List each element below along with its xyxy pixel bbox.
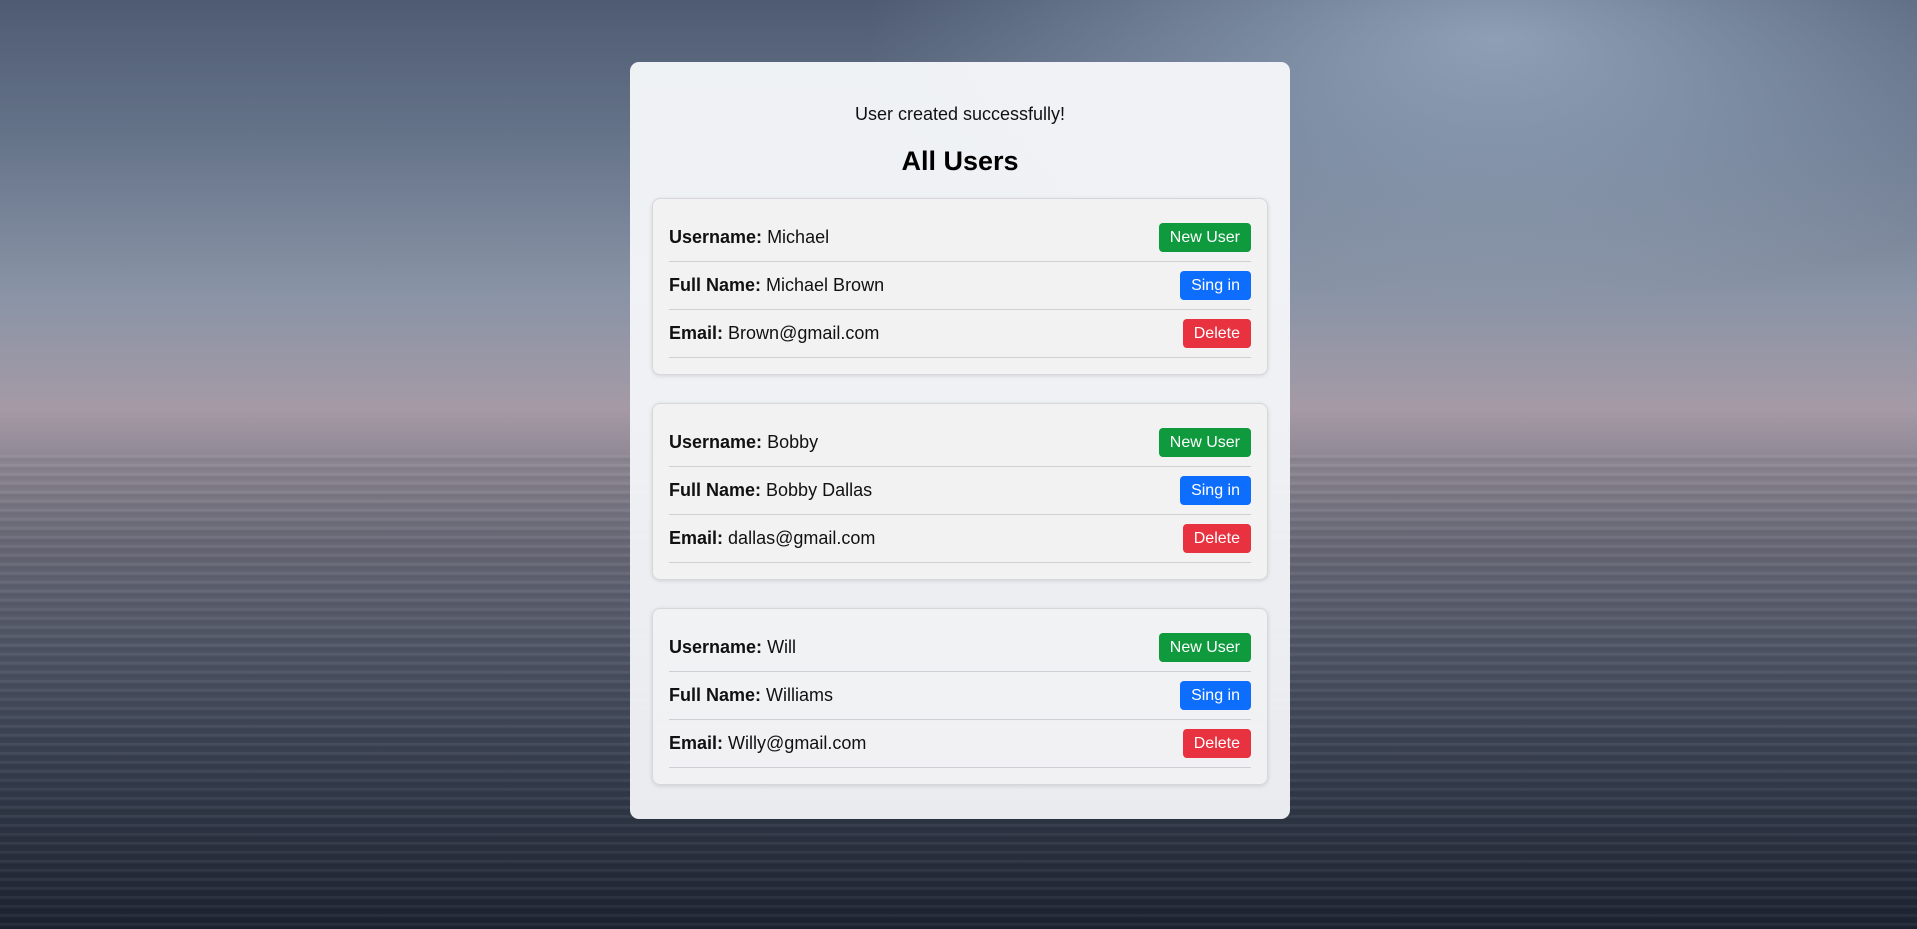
full-name-row: Full Name: Bobby Dallas Sing in xyxy=(669,467,1251,515)
username-value: Bobby xyxy=(767,432,819,452)
full-name-label: Full Name: xyxy=(669,480,762,500)
email-row: Email: dallas@gmail.com Delete xyxy=(669,515,1251,563)
full-name-label: Full Name: xyxy=(669,275,762,295)
username-row: Username: Michael New User xyxy=(669,214,1251,262)
email-label: Email: xyxy=(669,323,724,343)
new-user-button[interactable]: New User xyxy=(1158,428,1251,457)
full-name-label: Full Name: xyxy=(669,685,762,705)
username-label: Username: xyxy=(669,432,763,452)
user-list: Username: Michael New User Full Name: Mi… xyxy=(652,198,1268,785)
user-card: Username: Michael New User Full Name: Mi… xyxy=(652,198,1268,375)
new-user-button[interactable]: New User xyxy=(1158,223,1251,252)
full-name-row: Full Name: Williams Sing in xyxy=(669,672,1251,720)
user-card: Username: Will New User Full Name: Willi… xyxy=(652,608,1268,785)
full-name-value: Williams xyxy=(766,685,834,705)
username-label: Username: xyxy=(669,227,763,247)
username-row: Username: Bobby New User xyxy=(669,419,1251,467)
email-value: dallas@gmail.com xyxy=(728,528,876,548)
full-name-value: Bobby Dallas xyxy=(766,480,873,500)
delete-button[interactable]: Delete xyxy=(1182,729,1251,758)
email-row: Email: Willy@gmail.com Delete xyxy=(669,720,1251,768)
email-value: Willy@gmail.com xyxy=(728,733,867,753)
username-value: Michael xyxy=(767,227,830,247)
email-value: Brown@gmail.com xyxy=(728,323,880,343)
sign-in-button[interactable]: Sing in xyxy=(1180,476,1251,505)
email-label: Email: xyxy=(669,528,724,548)
users-panel: User created successfully! All Users Use… xyxy=(630,62,1290,819)
sign-in-button[interactable]: Sing in xyxy=(1180,271,1251,300)
user-card: Username: Bobby New User Full Name: Bobb… xyxy=(652,403,1268,580)
username-label: Username: xyxy=(669,637,763,657)
success-message: User created successfully! xyxy=(854,104,1066,124)
full-name-value: Michael Brown xyxy=(766,275,885,295)
delete-button[interactable]: Delete xyxy=(1182,524,1251,553)
email-label: Email: xyxy=(669,733,724,753)
username-value: Will xyxy=(767,637,797,657)
new-user-button[interactable]: New User xyxy=(1158,633,1251,662)
username-row: Username: Will New User xyxy=(669,624,1251,672)
page-title: All Users xyxy=(901,146,1019,176)
email-row: Email: Brown@gmail.com Delete xyxy=(669,310,1251,358)
sign-in-button[interactable]: Sing in xyxy=(1180,681,1251,710)
delete-button[interactable]: Delete xyxy=(1182,319,1251,348)
full-name-row: Full Name: Michael Brown Sing in xyxy=(669,262,1251,310)
